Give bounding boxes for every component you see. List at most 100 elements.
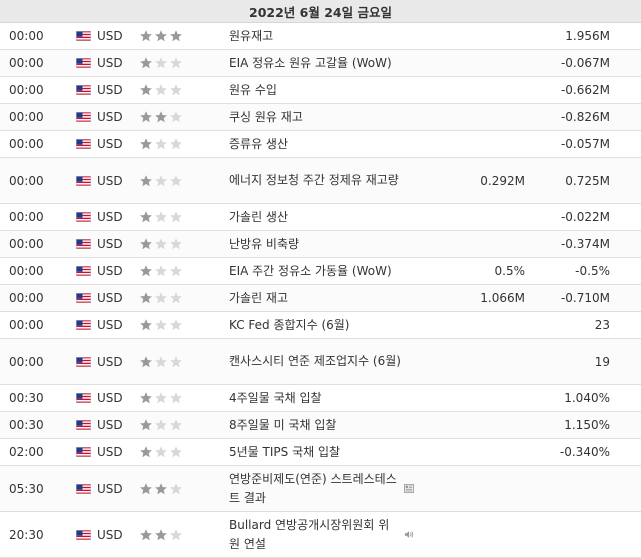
event-row[interactable]: 20:30 USD Bullard 연방공개시장위원회 위원 연설 (0, 512, 641, 558)
event-title[interactable]: 원유재고 (229, 23, 414, 49)
event-forecast: -0.340% (559, 445, 610, 459)
event-actual (430, 104, 525, 130)
event-title[interactable]: 가솔린 생산 (229, 204, 414, 230)
event-title[interactable]: 8주일물 미 국채 입찰 (229, 412, 414, 438)
star-filled-icon (155, 482, 167, 494)
event-title[interactable]: 연방준비제도(연준) 스트레스테스트 결과 (229, 466, 414, 511)
event-row[interactable]: 00:00 USD 가솔린 재고 1.066M -0.710M (0, 285, 641, 312)
event-forecast: 1.040% (564, 391, 610, 405)
document-icon[interactable] (404, 483, 414, 494)
us-flag-icon (76, 529, 91, 540)
event-row[interactable]: 00:30 USD 8주일물 미 국채 입찰 1.150% (0, 412, 641, 439)
event-row[interactable]: 00:30 USD 4주일물 국채 입찰 1.040% (0, 385, 641, 412)
speaker-icon[interactable] (404, 529, 414, 540)
us-flag-icon (76, 58, 91, 68)
event-time: 00:00 (9, 137, 44, 151)
event-forecast: -0.057M (560, 137, 610, 151)
event-actual (430, 512, 525, 557)
event-title[interactable]: EIA 정유소 원유 고갈율 (WoW) (229, 50, 414, 76)
importance-stars (139, 204, 193, 230)
event-row[interactable]: 00:00 USD EIA 주간 정유소 가동율 (WoW) 0.5% -0.5% (0, 258, 641, 285)
event-row[interactable]: 00:00 USD 난방유 비축량 -0.374M (0, 231, 641, 258)
star-empty-icon (155, 419, 167, 431)
event-row[interactable]: 05:30 USD 연방준비제도(연준) 스트레스테스트 결과 (0, 466, 641, 512)
star-empty-icon (155, 446, 167, 458)
event-title-text[interactable]: KC Fed 종합지수 (6월) (229, 316, 349, 335)
event-title[interactable]: 캔사스시티 연준 제조업지수 (6월) (229, 339, 414, 384)
event-title[interactable]: 가솔린 재고 (229, 285, 414, 311)
event-list: 00:00 USD 원유재고 1.956M 00:00 USD EIA 정유소 원유 고갈율… (0, 23, 641, 558)
event-title-text[interactable]: 연방준비제도(연준) 스트레스테스트 결과 (229, 470, 398, 508)
us-flag-icon (76, 420, 91, 430)
event-row[interactable]: 00:00 USD 에너지 정보청 주간 정제유 재고량 0.292M 0.725M (0, 158, 641, 204)
event-currency: USD (97, 481, 123, 496)
event-row[interactable]: 02:00 USD 5년물 TIPS 국채 입찰 -0.340% (0, 439, 641, 466)
event-title[interactable]: 5년물 TIPS 국채 입찰 (229, 439, 414, 465)
star-empty-icon (155, 174, 167, 186)
us-flag-icon (76, 320, 91, 330)
event-title[interactable]: 에너지 정보청 주간 정제유 재고량 (229, 158, 414, 203)
star-filled-icon (140, 292, 152, 304)
event-title[interactable]: 쿠싱 원유 재고 (229, 104, 414, 130)
us-flag-icon (76, 447, 91, 457)
event-title-text[interactable]: 원유재고 (229, 27, 273, 46)
event-title-text[interactable]: 가솔린 생산 (229, 208, 288, 227)
event-row[interactable]: 00:00 USD 원유재고 1.956M (0, 23, 641, 50)
event-row[interactable]: 00:00 USD EIA 정유소 원유 고갈율 (WoW) -0.067M (0, 50, 641, 77)
event-row[interactable]: 00:00 USD 가솔린 생산 -0.022M (0, 204, 641, 231)
event-time: 00:00 (9, 318, 44, 332)
event-row[interactable]: 00:00 USD 원유 수입 -0.662M (0, 77, 641, 104)
star-filled-icon (140, 30, 152, 42)
importance-stars (139, 312, 193, 338)
star-filled-icon (140, 446, 152, 458)
event-title-text[interactable]: 난방유 비축량 (229, 235, 299, 254)
event-title-text[interactable]: Bullard 연방공개시장위원회 위원 연설 (229, 516, 398, 554)
event-title[interactable]: 4주일물 국채 입찰 (229, 385, 414, 411)
event-title-text[interactable]: EIA 주간 정유소 가동율 (WoW) (229, 262, 392, 281)
event-forecast: -0.710M (560, 291, 610, 305)
event-actual (430, 23, 525, 49)
event-currency: USD (97, 173, 123, 188)
event-title-text[interactable]: 캔사스시티 연준 제조업지수 (6월) (229, 352, 401, 371)
event-title-text[interactable]: 쿠싱 원유 재고 (229, 108, 303, 127)
star-filled-icon (170, 30, 182, 42)
event-title[interactable]: 원유 수입 (229, 77, 414, 103)
event-title-text[interactable]: 8주일물 미 국채 입찰 (229, 416, 336, 435)
star-empty-icon (170, 292, 182, 304)
event-title-text[interactable]: 에너지 정보청 주간 정제유 재고량 (229, 171, 399, 190)
event-row[interactable]: 00:00 USD 쿠싱 원유 재고 -0.826M (0, 104, 641, 131)
event-time: 00:00 (9, 29, 44, 43)
star-empty-icon (155, 238, 167, 250)
event-row[interactable]: 00:00 USD KC Fed 종합지수 (6월) 23 (0, 312, 641, 339)
star-empty-icon (155, 138, 167, 150)
star-filled-icon (140, 111, 152, 123)
event-row[interactable]: 00:00 USD 캔사스시티 연준 제조업지수 (6월) 19 (0, 339, 641, 385)
event-title[interactable]: 증류유 생산 (229, 131, 414, 157)
event-title-text[interactable]: 5년물 TIPS 국채 입찰 (229, 443, 340, 462)
star-empty-icon (170, 138, 182, 150)
event-currency: USD (97, 110, 123, 124)
event-title[interactable]: 난방유 비축량 (229, 231, 414, 257)
us-flag-icon (76, 85, 91, 95)
event-actual (430, 131, 525, 157)
event-title[interactable]: KC Fed 종합지수 (6월) (229, 312, 414, 338)
star-empty-icon (155, 319, 167, 331)
event-forecast: -0.374M (560, 237, 610, 251)
event-time: 20:30 (9, 527, 44, 542)
event-title-text[interactable]: 원유 수입 (229, 81, 277, 100)
event-title[interactable]: EIA 주간 정유소 가동율 (WoW) (229, 258, 414, 284)
event-title-text[interactable]: EIA 정유소 원유 고갈율 (WoW) (229, 54, 392, 73)
event-title-text[interactable]: 4주일물 국채 입찰 (229, 389, 322, 408)
event-currency: USD (97, 137, 123, 151)
event-title-text[interactable]: 증류유 생산 (229, 135, 288, 154)
star-empty-icon (170, 111, 182, 123)
event-actual (430, 412, 525, 438)
event-title-text[interactable]: 가솔린 재고 (229, 289, 288, 308)
star-filled-icon (155, 528, 167, 540)
event-actual (430, 204, 525, 230)
event-row[interactable]: 00:00 USD 증류유 생산 -0.057M (0, 131, 641, 158)
event-time: 00:00 (9, 83, 44, 97)
event-title[interactable]: Bullard 연방공개시장위원회 위원 연설 (229, 512, 414, 557)
event-actual (430, 312, 525, 338)
event-actual (430, 385, 525, 411)
